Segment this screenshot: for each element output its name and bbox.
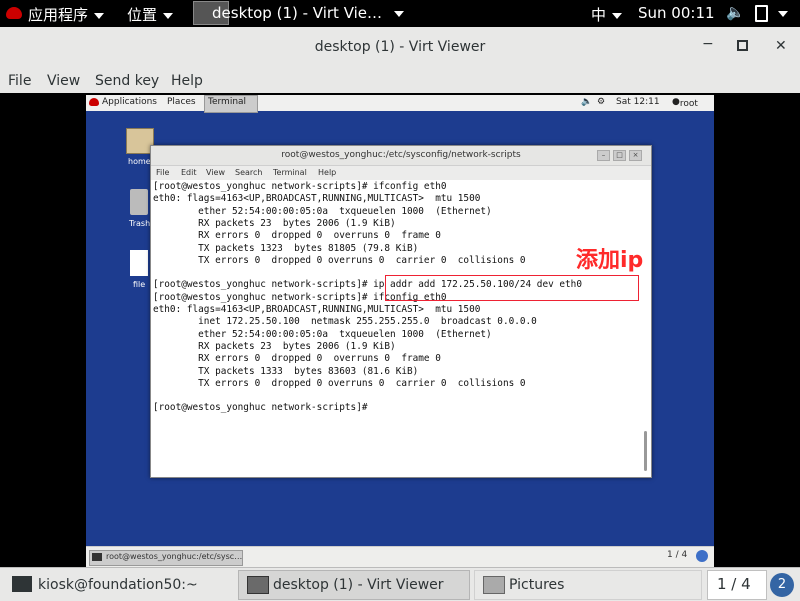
terminal-scrollbar[interactable] — [644, 431, 647, 471]
terminal-line: TX packets 1333 bytes 83603 (81.6 KiB) — [153, 365, 419, 377]
guest-applications-menu[interactable]: Applications — [102, 97, 157, 107]
taskbar-item-label: kiosk@foundation50:~ — [38, 577, 198, 593]
terminal-line: inet 172.25.50.100 netmask 255.255.255.0… — [153, 316, 537, 328]
guest-task-label: root@westos_yonghuc:/etc/sysc… — [106, 552, 243, 561]
terminal-line: RX errors 0 dropped 0 overruns 0 frame 0 — [153, 230, 441, 242]
home-icon-label: home — [128, 157, 151, 166]
terminal-menu-help[interactable]: Help — [318, 168, 336, 177]
menu-view[interactable]: View — [47, 73, 80, 89]
active-window-label: desktop (1) - Virt Vie… — [212, 4, 383, 22]
virt-viewer-icon — [247, 576, 269, 594]
terminal-line: TX errors 0 dropped 0 overruns 0 carrier… — [153, 254, 526, 266]
guest-redhat-icon — [89, 98, 99, 106]
terminal-line: RX packets 23 bytes 2006 (1.9 KiB) — [153, 340, 396, 352]
menu-help[interactable]: Help — [171, 73, 203, 89]
system-menu[interactable] — [778, 4, 788, 22]
terminal-maximize-button[interactable]: □ — [613, 150, 626, 161]
guest-terminal-tab-label: Terminal — [208, 97, 247, 107]
terminal-line: TX errors 0 dropped 0 overruns 0 carrier… — [153, 377, 526, 389]
chevron-down-icon — [94, 12, 105, 19]
guest-desktop[interactable]: Applications Places Terminal 🔈 ⚙ Sat 12:… — [86, 95, 714, 567]
host-taskbar: kiosk@foundation50:~ desktop (1) - Virt … — [0, 567, 800, 601]
guest-terminal-icon — [92, 553, 102, 561]
terminal-output[interactable]: [root@westos_yonghuc network-scripts]# i… — [151, 181, 641, 477]
taskbar-item-label: desktop (1) - Virt Viewer — [273, 577, 444, 593]
workspace-switcher[interactable]: 1 / 4 — [707, 570, 767, 600]
terminal-icon — [12, 576, 32, 592]
maximize-button[interactable] — [737, 40, 748, 51]
terminal-line: RX packets 23 bytes 2006 (1.9 KiB) — [153, 217, 396, 229]
chevron-down-icon — [612, 12, 623, 19]
file-icon-label: file — [133, 280, 146, 289]
chevron-down-icon — [778, 10, 788, 17]
terminal-minimize-button[interactable]: – — [597, 150, 610, 161]
terminal-line: [root@westos_yonghuc network-scripts]# — [153, 402, 368, 414]
terminal-window[interactable]: root@westos_yonghuc:/etc/sysconfig/netwo… — [150, 145, 652, 478]
taskbar-item-pictures[interactable]: Pictures — [474, 570, 702, 600]
terminal-line: [root@westos_yonghuc network-scripts]# i… — [153, 181, 447, 192]
input-method-label: 中 — [591, 6, 607, 24]
trash-icon[interactable] — [130, 189, 148, 215]
terminal-menu-terminal[interactable]: Terminal — [273, 168, 307, 177]
guest-clock[interactable]: Sat 12:11 — [616, 97, 660, 107]
menu-send-key[interactable]: Send key — [95, 73, 159, 89]
guest-network-icon[interactable]: ⚙ — [597, 97, 605, 107]
terminal-line: ether 52:54:00:00:05:0a txqueuelen 1000 … — [153, 328, 492, 340]
notification-icon[interactable]: 2 — [770, 573, 794, 597]
places-menu[interactable]: 位置 — [127, 4, 174, 25]
battery-icon[interactable] — [755, 5, 768, 22]
annotation-highlight-box — [385, 275, 639, 301]
terminal-line: TX packets 1323 bytes 81805 (79.8 KiB) — [153, 242, 419, 254]
terminal-close-button[interactable]: × — [629, 150, 642, 161]
places-label: 位置 — [127, 6, 158, 24]
terminal-menu-bar: File Edit View Search Terminal Help — [151, 166, 651, 180]
window-titlebar: desktop (1) - Virt Viewer − ✕ — [0, 27, 800, 70]
terminal-line: eth0: flags=4163<UP,BROADCAST,RUNNING,MU… — [153, 193, 481, 205]
guest-notification-icon[interactable] — [696, 550, 708, 562]
applications-menu[interactable]: 应用程序 — [28, 4, 105, 25]
guest-places-menu[interactable]: Places — [167, 97, 196, 107]
guest-user-label: root — [679, 99, 698, 109]
taskbar-item-virt-viewer[interactable]: desktop (1) - Virt Viewer — [238, 570, 470, 600]
applications-label: 应用程序 — [28, 6, 89, 24]
menu-file[interactable]: File — [8, 73, 31, 89]
taskbar-item-label: Pictures — [509, 577, 565, 593]
file-icon[interactable] — [130, 250, 148, 276]
terminal-line: RX errors 0 dropped 0 overruns 0 frame 0 — [153, 353, 441, 365]
guest-task-terminal[interactable]: root@westos_yonghuc:/etc/sysc… — [89, 550, 243, 566]
guest-terminal-tab[interactable]: Terminal — [204, 95, 258, 113]
guest-user-menu[interactable]: ● root — [672, 97, 698, 109]
window-title: desktop (1) - Virt Viewer — [314, 39, 486, 55]
clock[interactable]: Sun 00:11 — [638, 4, 715, 22]
volume-icon[interactable]: 🔈 — [726, 3, 745, 21]
taskbar-item-terminal[interactable]: kiosk@foundation50:~ — [3, 570, 233, 600]
guest-volume-icon[interactable]: 🔈 — [581, 97, 592, 107]
terminal-menu-search[interactable]: Search — [235, 168, 262, 177]
guest-workspace-indicator[interactable]: 1 / 4 — [667, 550, 687, 560]
guest-bottom-bar: root@westos_yonghuc:/etc/sysc… 1 / 4 — [86, 546, 714, 567]
annotation-label: 添加ip — [576, 248, 644, 273]
chevron-down-icon — [163, 12, 174, 19]
redhat-icon — [6, 7, 22, 19]
close-button[interactable]: ✕ — [775, 38, 787, 54]
guest-top-bar: Applications Places Terminal 🔈 ⚙ Sat 12:… — [86, 95, 714, 113]
workspace-label: 1 / 4 — [717, 575, 751, 593]
terminal-line: ether 52:54:00:00:05:0a txqueuelen 1000 … — [153, 205, 492, 217]
chevron-down-icon — [394, 10, 405, 17]
host-top-bar: 应用程序 位置 desktop (1) - Virt Vie… 中 Sun 00… — [0, 0, 800, 27]
pictures-icon — [483, 576, 505, 594]
input-method-indicator[interactable]: 中 — [591, 4, 623, 25]
terminal-line: eth0: flags=4163<UP,BROADCAST,RUNNING,MU… — [153, 304, 481, 315]
trash-icon-label: Trash — [129, 219, 151, 228]
minimize-button[interactable]: − — [702, 36, 714, 52]
active-window-menu[interactable]: desktop (1) - Virt Vie… — [212, 4, 405, 22]
terminal-menu-view[interactable]: View — [206, 168, 225, 177]
terminal-menu-edit[interactable]: Edit — [181, 168, 197, 177]
menu-bar: File View Send key Help — [0, 69, 800, 93]
terminal-title: root@westos_yonghuc:/etc/sysconfig/netwo… — [151, 146, 651, 166]
terminal-menu-file[interactable]: File — [156, 168, 169, 177]
